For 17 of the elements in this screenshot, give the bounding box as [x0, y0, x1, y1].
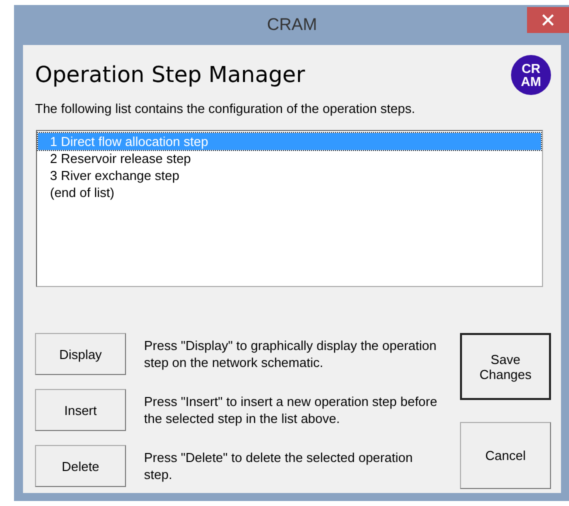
action-button[interactable]: Insert [35, 389, 126, 431]
save-changes-button[interactable]: Save Changes [460, 333, 551, 400]
help-text: Press "Insert" to insert a new operation step before the selected step in the list above. [144, 393, 438, 427]
help-text: Press "Delete" to delete the selected operation step. [144, 449, 414, 483]
list-item[interactable]: 3 River exchange step [38, 167, 541, 184]
action-button[interactable]: Display [35, 333, 126, 375]
list-item[interactable]: 2 Reservoir release step [38, 150, 541, 167]
close-button[interactable] [527, 7, 569, 33]
list-item[interactable]: (end of list) [38, 184, 541, 201]
action-button[interactable]: Delete [35, 445, 126, 487]
close-icon [542, 14, 554, 26]
help-text: Press "Display" to graphically display the operation step on the network schematic. [144, 337, 438, 371]
dialog-heading: Operation Step Manager [35, 62, 305, 88]
cancel-button[interactable]: Cancel [460, 422, 551, 489]
window-title: CRAM [266, 15, 318, 35]
logo: CR AM [511, 55, 551, 95]
description-text: The following list contains the configuration of the operation steps. [35, 101, 416, 116]
